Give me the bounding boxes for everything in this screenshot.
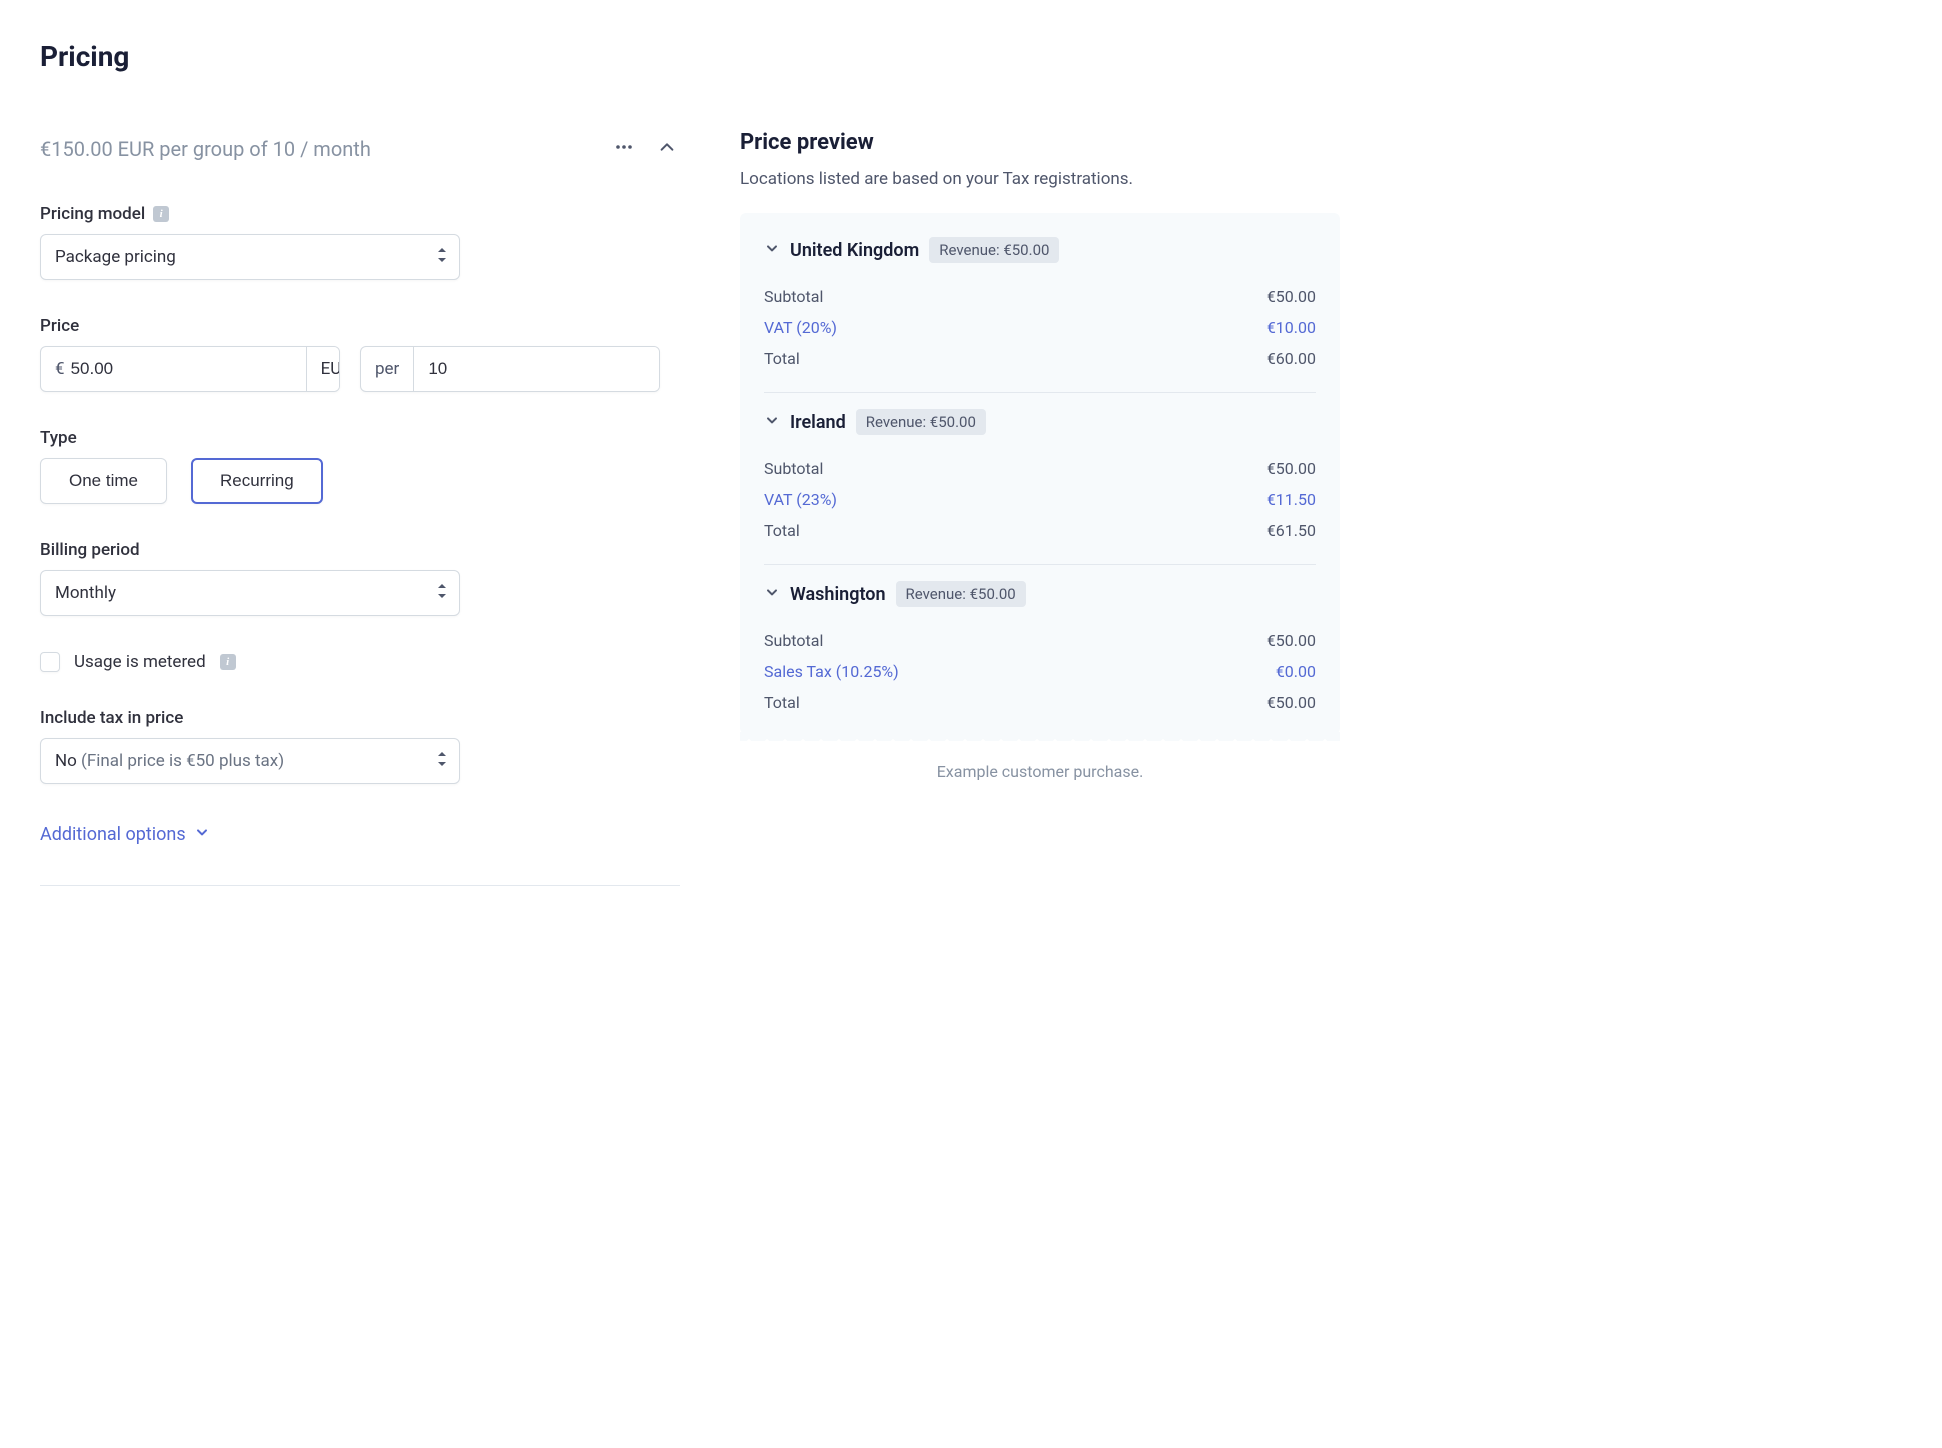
type-label: Type (40, 428, 77, 448)
chevron-down-icon (194, 824, 210, 845)
pricing-model-field: Pricing model i Package pricing (40, 204, 680, 280)
include-tax-label: Include tax in price (40, 708, 183, 728)
line-label: Total (764, 693, 800, 712)
pricing-summary-row: €150.00 EUR per group of 10 / month (40, 133, 680, 164)
chevron-down-icon[interactable] (764, 240, 780, 260)
chevron-down-icon[interactable] (764, 584, 780, 604)
metered-checkbox[interactable] (40, 652, 60, 672)
line-label: Total (764, 521, 800, 540)
price-label: Price (40, 316, 79, 336)
include-tax-value-suffix: (Final price is €50 plus tax) (81, 751, 284, 771)
chevron-up-icon (658, 138, 676, 159)
example-note: Example customer purchase. (740, 762, 1340, 781)
revenue-badge: Revenue: €50.00 (896, 581, 1026, 607)
billing-period-field: Billing period Monthly (40, 540, 680, 616)
price-preview-card: United Kingdom Revenue: €50.00 Subtotal €… (740, 213, 1340, 734)
line-value: €50.00 (1267, 287, 1316, 306)
currency-select[interactable]: EUR (306, 347, 340, 391)
line-value: €61.50 (1267, 521, 1316, 540)
summary-actions (610, 133, 680, 164)
page-title: Pricing (40, 40, 680, 73)
currency-symbol: € (41, 347, 67, 391)
preview-region: Washington Revenue: €50.00 Subtotal €50.0… (740, 565, 1340, 722)
billing-period-label: Billing period (40, 540, 140, 560)
line-label: Total (764, 349, 800, 368)
line-label: Subtotal (764, 631, 823, 650)
line-label: Subtotal (764, 287, 823, 306)
region-name: Ireland (790, 412, 846, 433)
preview-region: Ireland Revenue: €50.00 Subtotal €50.00 V… (740, 393, 1340, 550)
divider (40, 885, 680, 886)
per-label: per (361, 347, 414, 391)
units-count-input[interactable] (414, 347, 660, 391)
price-field: Price € EUR per units (40, 316, 680, 392)
type-one-time-button[interactable]: One time (40, 458, 167, 504)
more-button[interactable] (610, 133, 638, 164)
revenue-badge: Revenue: €50.00 (929, 237, 1059, 263)
include-tax-select[interactable]: No (Final price is €50 plus tax) (40, 738, 460, 784)
price-preview-title: Price preview (740, 130, 1340, 155)
billing-period-select[interactable]: Monthly (40, 570, 460, 616)
line-value: €60.00 (1267, 349, 1316, 368)
more-horizontal-icon (614, 137, 634, 160)
line-label: VAT (20%) (764, 318, 837, 337)
pricing-model-label: Pricing model (40, 204, 145, 224)
price-preview-subtitle: Locations listed are based on your Tax r… (740, 169, 1340, 189)
region-name: United Kingdom (790, 240, 919, 261)
receipt-edge (740, 732, 1340, 746)
region-name: Washington (790, 584, 886, 605)
include-tax-field: Include tax in price No (Final price is … (40, 708, 680, 784)
price-amount-input[interactable] (67, 347, 306, 391)
chevron-down-icon[interactable] (764, 412, 780, 432)
preview-region: United Kingdom Revenue: €50.00 Subtotal €… (740, 221, 1340, 378)
line-label: Sales Tax (10.25%) (764, 662, 899, 681)
pricing-model-select[interactable]: Package pricing (40, 234, 460, 280)
metered-label: Usage is metered (74, 652, 206, 672)
line-value: €11.50 (1267, 490, 1316, 509)
line-label: VAT (23%) (764, 490, 837, 509)
pricing-summary-text: €150.00 EUR per group of 10 / month (40, 137, 371, 161)
line-value: €50.00 (1267, 459, 1316, 478)
line-value: €0.00 (1276, 662, 1316, 681)
type-field: Type One time Recurring (40, 428, 680, 504)
line-value: €50.00 (1267, 693, 1316, 712)
type-recurring-button[interactable]: Recurring (191, 458, 323, 504)
line-value: €10.00 (1267, 318, 1316, 337)
metered-field: Usage is metered i (40, 652, 680, 672)
currency-code: EUR (321, 359, 340, 379)
include-tax-value-prefix: No (55, 751, 77, 771)
revenue-badge: Revenue: €50.00 (856, 409, 986, 435)
additional-options-label: Additional options (40, 824, 186, 845)
info-icon[interactable]: i (153, 206, 169, 222)
line-value: €50.00 (1267, 631, 1316, 650)
info-icon[interactable]: i (220, 654, 236, 670)
line-label: Subtotal (764, 459, 823, 478)
collapse-button[interactable] (654, 134, 680, 163)
additional-options-toggle[interactable]: Additional options (40, 824, 680, 845)
